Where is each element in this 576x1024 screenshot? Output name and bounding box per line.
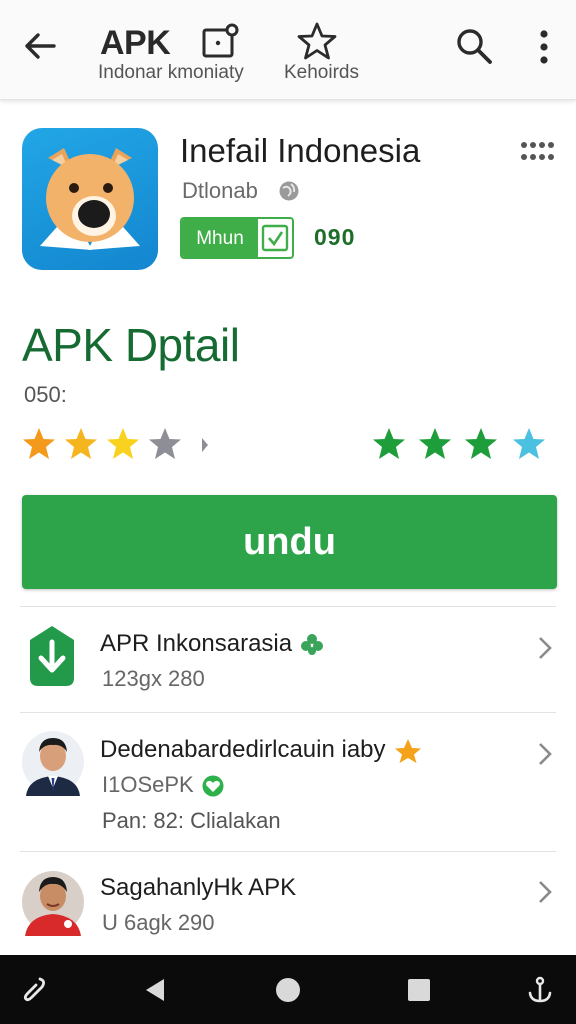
app-developer[interactable]: Dtlonab [182, 178, 258, 204]
camera-icon[interactable] [200, 22, 240, 60]
star-green-icon [373, 428, 405, 459]
star-empty-icon [149, 428, 181, 459]
list-item-title: Dedenabardedirlcauin iaby [100, 736, 422, 764]
star-green-icon [465, 428, 497, 459]
chevron-right-icon [539, 743, 552, 765]
search-icon[interactable] [454, 26, 494, 66]
home-circle-icon[interactable] [274, 975, 302, 1005]
more-vert-icon[interactable] [532, 26, 556, 68]
chevron-right-icon [539, 637, 552, 659]
badge-label: Mhun [182, 219, 258, 257]
divider [20, 606, 556, 607]
anchor-icon[interactable] [526, 975, 554, 1005]
divider [20, 712, 556, 713]
dog-logo-icon [40, 148, 140, 250]
app-bar-keywords-label: Kehoirds [284, 62, 359, 83]
mic-icon[interactable] [22, 975, 48, 1005]
section-title: APK Dptail [22, 319, 240, 371]
shield-check-icon [261, 224, 289, 252]
list-item-subtitle: U 6agk 290 [102, 910, 215, 935]
list-item-subtitle: I1OSePK [102, 772, 224, 798]
avatar [22, 731, 84, 796]
back-arrow-icon[interactable] [20, 26, 60, 66]
list-item-title: SagahanlyHk APK [100, 874, 297, 901]
rating-stars-right[interactable] [370, 424, 554, 466]
download-button[interactable]: undu [22, 495, 557, 589]
star-orange-icon [394, 738, 421, 763]
system-navbar [0, 955, 576, 1024]
divider [20, 851, 556, 852]
avatar [22, 871, 84, 936]
top-app-bar: APK Indonar kmoniaty Kehoirds [0, 0, 576, 100]
list-item-meta: Pan: 82: Clialakan [102, 808, 281, 833]
app-name: Inefail Indonesia [180, 132, 421, 169]
chevron-right-icon [539, 881, 552, 903]
rating-stars-left[interactable] [22, 424, 218, 466]
star-outline-icon[interactable] [296, 20, 338, 62]
star-filled-icon [23, 428, 55, 459]
app-count: 090 [314, 224, 356, 250]
clover-icon [301, 633, 324, 655]
chevron-right-icon [202, 438, 208, 452]
list-item-title: APR Inkonsarasia [100, 630, 324, 658]
app-icon [22, 128, 158, 270]
app-bar-subtitle: Indonar kmoniaty [98, 62, 244, 83]
list-item-subtitle: 123gx 280 [102, 666, 205, 691]
star-filled-icon [107, 428, 139, 459]
grid-dots-icon[interactable] [520, 140, 554, 162]
back-triangle-icon[interactable] [142, 975, 168, 1005]
star-green-icon [419, 428, 451, 459]
globe-icon [279, 181, 299, 201]
star-filled-icon [65, 428, 97, 459]
app-badge[interactable]: Mhun [180, 217, 294, 259]
download-shield-icon [30, 626, 74, 686]
star-blue-icon [513, 428, 545, 459]
app-bar-title: APK [100, 24, 171, 62]
section-count: 050: [24, 382, 67, 407]
recents-square-icon[interactable] [406, 975, 432, 1005]
heart-check-icon [202, 775, 224, 797]
